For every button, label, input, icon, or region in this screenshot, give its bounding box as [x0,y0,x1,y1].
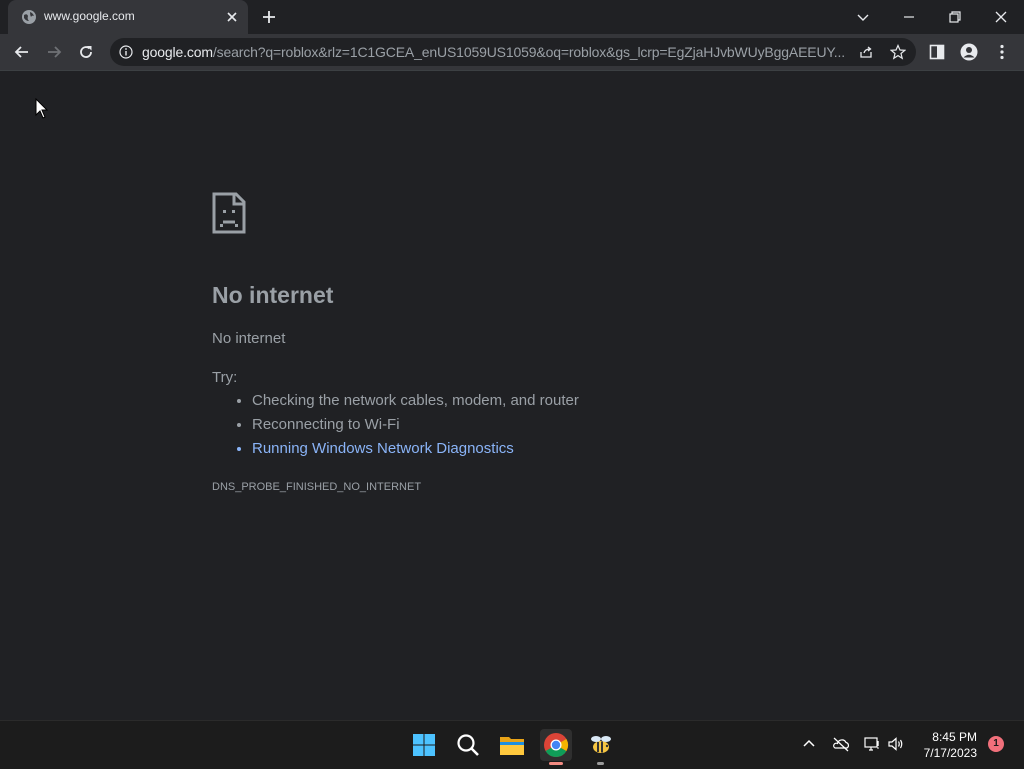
tab-title: www.google.com [44,9,135,23]
back-icon[interactable] [12,42,32,62]
error-title: No internet [212,282,334,308]
profile-icon[interactable] [960,43,978,61]
chrome-running-indicator [549,762,563,765]
suggestion-reconnect-wifi: Reconnecting to Wi-Fi [252,413,579,437]
active-tab[interactable]: www.google.com [8,0,248,34]
menu-icon[interactable] [993,43,1011,61]
bee-app-button[interactable] [585,729,617,761]
file-explorer-button[interactable] [496,729,528,761]
reload-icon[interactable] [76,42,96,62]
start-icon [413,734,435,756]
url-host: google.com [142,44,213,60]
close-window-icon[interactable] [990,6,1012,28]
share-icon[interactable] [858,44,874,60]
chrome-button[interactable] [540,729,572,761]
side-panel-icon[interactable] [928,43,946,61]
url-text[interactable]: google.com/search?q=roblox&rlz=1C1GCEA_e… [142,44,852,60]
url-path: /search?q=roblox&rlz=1C1GCEA_enUS1059US1… [212,44,846,60]
page-content: No internet No internet Try: Checking th… [0,71,1024,720]
sad-document-icon [212,192,246,234]
taskbar-search-button[interactable] [452,729,484,761]
restore-icon[interactable] [944,6,966,28]
tab-strip: www.google.com [0,0,1024,34]
address-bar[interactable]: google.com/search?q=roblox&rlz=1C1GCEA_e… [110,38,916,66]
suggestion-check-cables: Checking the network cables, modem, and … [252,389,579,413]
start-button[interactable] [408,729,440,761]
suggestions-list: Checking the network cables, modem, and … [212,389,579,461]
search-icon [457,734,479,756]
onedrive-offline-icon[interactable] [832,735,850,753]
clock-date[interactable]: 7/17/2023 [924,746,977,760]
forward-icon[interactable] [44,42,64,62]
bookmark-star-icon[interactable] [890,44,906,60]
new-tab-icon[interactable] [260,8,278,26]
globe-icon [22,10,36,24]
notification-badge[interactable]: 1 [988,736,1004,752]
taskbar: 8:45 PM 7/17/2023 [0,720,1024,769]
file-explorer-icon [500,737,524,755]
error-code: DNS_PROBE_FINISHED_NO_INTERNET [212,481,422,493]
show-hidden-icons-chevron-icon[interactable] [800,735,818,753]
try-label: Try: [212,369,238,386]
volume-icon[interactable] [887,735,905,753]
site-info-icon[interactable] [119,45,133,59]
clock-time[interactable]: 8:45 PM [932,730,977,744]
error-subtitle: No internet [212,330,286,347]
mouse-cursor-icon [35,98,49,119]
network-icon[interactable] [863,735,881,753]
bee-app-icon [591,736,611,753]
network-diagnostics-link[interactable]: Running Windows Network Diagnostics [252,437,579,461]
tab-search-icon[interactable] [852,6,874,28]
bee-app-running-indicator [597,762,604,765]
browser-toolbar: google.com/search?q=roblox&rlz=1C1GCEA_e… [0,34,1024,71]
close-tab-icon[interactable] [224,9,240,25]
minimize-icon[interactable] [898,6,920,28]
chrome-icon [544,733,569,758]
